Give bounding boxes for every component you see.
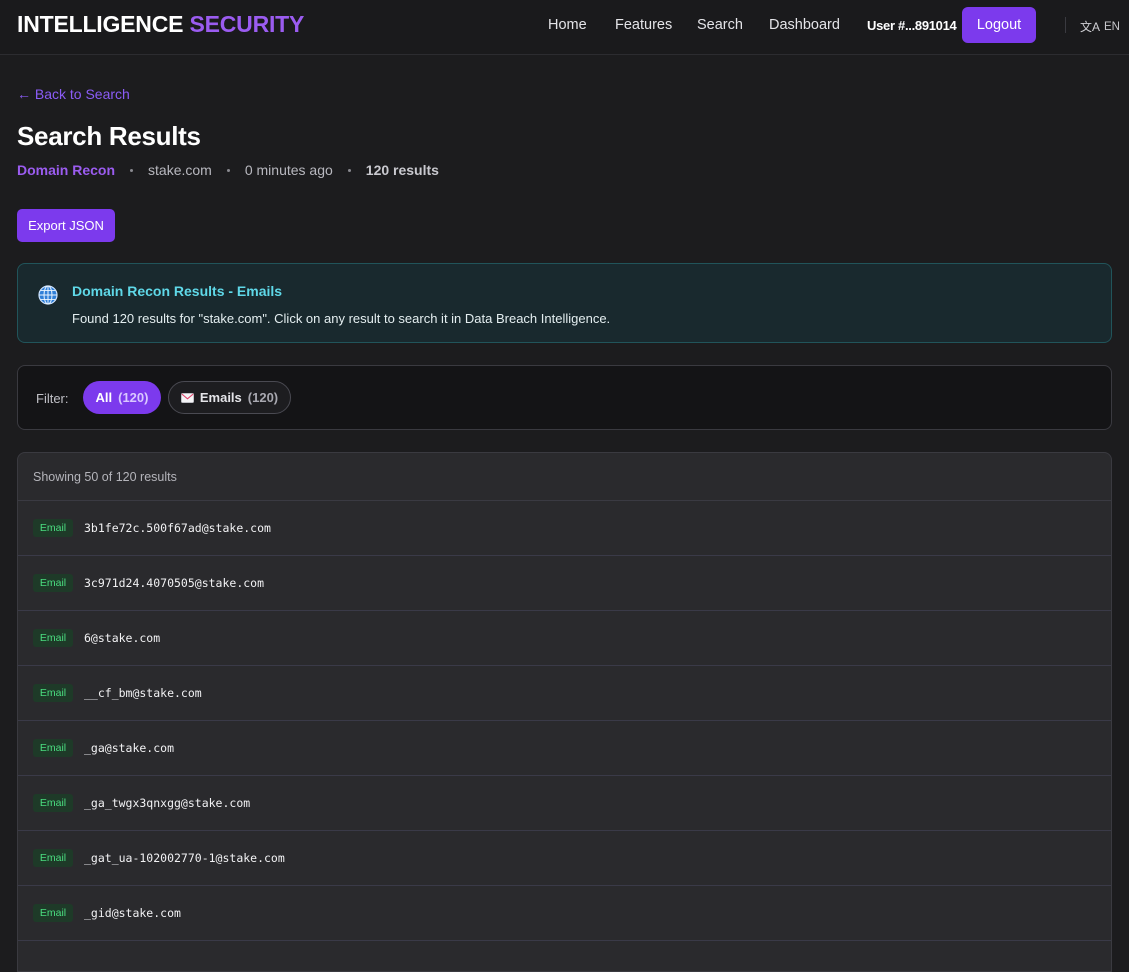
meta-separator: [226, 168, 230, 172]
result-email: _gat_ua-102002770-1@stake.com: [84, 851, 285, 865]
result-email: 3b1fe72c.500f67ad@stake.com: [84, 521, 271, 535]
email-badge: Email: [33, 849, 73, 867]
filter-label: Filter:: [36, 391, 69, 406]
info-title: Domain Recon Results - Emails: [72, 283, 283, 299]
result-count: 120 results: [365, 162, 439, 178]
email-badge: Email: [33, 904, 73, 922]
page-title: Search Results: [17, 121, 201, 151]
result-email: _ga@stake.com: [84, 741, 175, 755]
search-type: Domain Recon: [17, 162, 116, 178]
translate-icon: 文A: [1080, 20, 1101, 34]
envelope-icon: [180, 392, 194, 403]
export-json-button[interactable]: Export JSON: [17, 209, 115, 242]
email-badge: Email: [33, 519, 73, 537]
filter-chip-label: All: [95, 390, 113, 405]
info-panel: Domain Recon Results - Emails Found 120 …: [17, 263, 1112, 343]
search-meta: Domain Recon stake.com 0 minutes ago 120…: [17, 162, 439, 178]
meta-separator: [130, 168, 134, 172]
results-summary: Showing 50 of 120 results: [18, 453, 1111, 501]
result-row[interactable]: Email 3b1fe72c.500f67ad@stake.com: [18, 501, 1111, 556]
filter-chip-emails[interactable]: Emails (120): [168, 381, 291, 414]
result-row[interactable]: Email _ga@stake.com: [18, 721, 1111, 776]
brand-accent: SECURITY: [189, 11, 305, 37]
search-query: stake.com: [148, 162, 212, 178]
result-email: _ga_twgx3qnxgg@stake.com: [84, 796, 251, 810]
filter-chip-count: (120): [118, 390, 149, 405]
language-code: EN: [1104, 20, 1120, 33]
user-id: User #...891014: [867, 18, 957, 33]
brand-logo[interactable]: INTELLIGENCE SECURITY: [17, 11, 304, 38]
filter-chip-all[interactable]: All (120): [83, 381, 161, 414]
result-row[interactable]: Email 3c971d24.4070505@stake.com: [18, 556, 1111, 611]
filter-chip-label: Emails: [199, 390, 242, 405]
email-badge: Email: [33, 574, 73, 592]
language-switcher[interactable]: 文A EN: [1080, 18, 1120, 35]
email-badge: Email: [33, 629, 73, 647]
result-row[interactable]: Email __cf_bm@stake.com: [18, 666, 1111, 721]
top-navigation-bar: INTELLIGENCE SECURITY Home Features Sear…: [0, 0, 1129, 55]
brand-main: INTELLIGENCE: [17, 11, 184, 37]
email-badge: Email: [33, 794, 73, 812]
filter-bar: Filter: All (120) Emails (120): [17, 365, 1112, 430]
email-badge: Email: [33, 739, 73, 757]
result-email: 6@stake.com: [84, 631, 161, 645]
nav-divider: [1065, 17, 1066, 33]
result-email: 3c971d24.4070505@stake.com: [84, 576, 265, 590]
nav-home[interactable]: Home: [548, 17, 587, 33]
result-row[interactable]: Email _ga_twgx3qnxgg@stake.com: [18, 776, 1111, 831]
results-list: Showing 50 of 120 results Email 3b1fe72c…: [17, 452, 1112, 972]
nav-search[interactable]: Search: [697, 17, 743, 33]
nav-features[interactable]: Features: [615, 17, 672, 33]
nav-dashboard[interactable]: Dashboard: [769, 17, 840, 33]
meta-separator: [347, 168, 351, 172]
info-text: Found 120 results for "stake.com". Click…: [72, 311, 611, 326]
filter-chip-count: (120): [247, 390, 279, 405]
email-badge: Email: [33, 684, 73, 702]
globe-icon: [38, 285, 58, 305]
logout-button[interactable]: Logout: [962, 7, 1036, 43]
search-time: 0 minutes ago: [244, 162, 333, 178]
back-to-search-link[interactable]: ← Back to Search: [17, 86, 130, 102]
result-email: _gid@stake.com: [84, 906, 181, 920]
result-row[interactable]: Email _gat_ua-102002770-1@stake.com: [18, 831, 1111, 886]
result-row[interactable]: Email _gid@stake.com: [18, 886, 1111, 941]
result-email: __cf_bm@stake.com: [84, 686, 202, 700]
result-row[interactable]: [18, 941, 1111, 971]
result-row[interactable]: Email 6@stake.com: [18, 611, 1111, 666]
